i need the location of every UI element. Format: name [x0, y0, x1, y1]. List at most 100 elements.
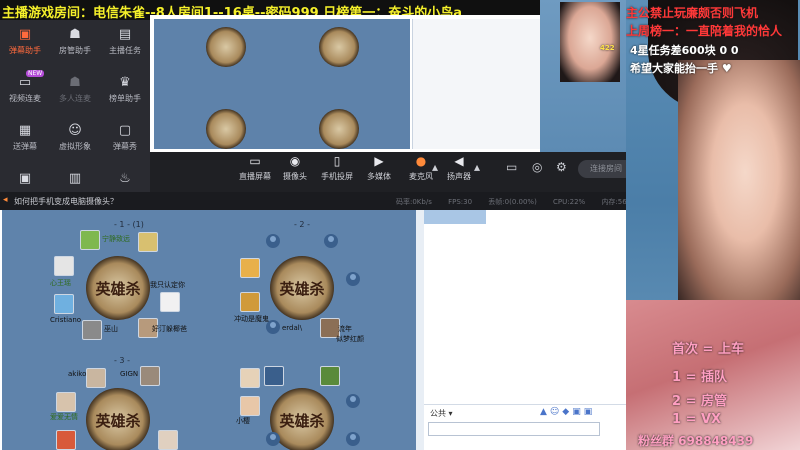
player-name: 心王瑶	[50, 279, 71, 287]
player-avatar[interactable]	[158, 430, 178, 450]
tool-label: 榜单助手	[109, 94, 141, 103]
speaker-icon: ◀	[454, 154, 464, 168]
chat-toolbar-icons[interactable]: ▲☺◆▣▣	[540, 407, 595, 417]
tool-ranking[interactable]: ♛ 榜单助手	[100, 68, 150, 116]
chat-divider	[424, 404, 626, 405]
player-avatar[interactable]	[56, 430, 76, 450]
tool-send-danmu[interactable]: ▦ 送弹幕	[0, 116, 50, 164]
player-avatar[interactable]	[240, 258, 260, 278]
eye-icon[interactable]: ◎	[532, 160, 542, 174]
player-avatar[interactable]	[160, 292, 180, 312]
player-avatar[interactable]	[140, 366, 160, 386]
player-avatar[interactable]	[54, 256, 74, 276]
game-lobby: - 1 - (1) 英雄杀 宁静致远 心王瑶 Cristiano 巫山 我只认定…	[2, 210, 416, 450]
fire-icon: ♨	[119, 171, 131, 186]
fps-stat: FPS:30	[448, 198, 473, 206]
empty-seat[interactable]	[346, 394, 360, 408]
record-icon[interactable]: ▭	[506, 160, 517, 174]
game-table[interactable]: 英雄杀	[270, 256, 334, 320]
player-name: 爱爱无情	[50, 413, 78, 421]
button-label: 多媒体	[367, 172, 391, 181]
table-number: - 2 -	[294, 220, 310, 229]
player-avatar[interactable]	[86, 368, 106, 388]
button-label: 麦克风	[409, 172, 433, 181]
player-avatar[interactable]	[264, 366, 284, 386]
screen-capture-button[interactable]: ▭ 直播屏幕	[234, 154, 276, 182]
empty-seat[interactable]	[324, 234, 338, 248]
player-avatar[interactable]	[54, 294, 74, 314]
empty-seat[interactable]	[346, 272, 360, 286]
tool-label: 房管助手	[59, 46, 91, 55]
stream-stats: 码率:0Kb/s FPS:30 丢帧:0(0.00%) CPU:22% 内存:5…	[396, 197, 647, 207]
button-label: 手机投屏	[321, 172, 353, 181]
new-badge: NEW	[26, 70, 45, 77]
player-avatar[interactable]	[82, 320, 102, 340]
empty-seat[interactable]	[266, 234, 280, 248]
phone-cast-icon: ▯	[333, 154, 341, 168]
empty-seat[interactable]	[266, 432, 280, 446]
chevron-down-icon: ▾	[448, 409, 453, 418]
game-table[interactable]: 英雄杀	[86, 256, 150, 320]
tool-tasks[interactable]: ▤ 主播任务	[100, 20, 150, 68]
tool-video-link[interactable]: NEW ▭ 视频连麦	[0, 68, 50, 116]
task-icon: ▤	[118, 27, 132, 42]
player-avatar[interactable]	[240, 292, 260, 312]
screen-icon: ▭	[249, 154, 261, 168]
camera-button[interactable]: ◉ 摄像头	[274, 154, 316, 182]
chat-channel-select[interactable]: 公共 ▾	[430, 408, 453, 419]
streamer-camera: 主公禁止玩廉颇否则飞机 上周榜一：一直陪着我的恰人 4星任务差600块 0 0 …	[626, 0, 800, 450]
overlay-gift-rule: 1 = 插队	[672, 370, 727, 385]
tool-room-admin[interactable]: ☗ 房管助手	[50, 20, 100, 68]
tool-danmu-show[interactable]: ▢ 弹幕秀	[100, 116, 150, 164]
player-avatar[interactable]	[240, 368, 260, 388]
button-label: 摄像头	[283, 172, 307, 181]
overlay-rule-line: 主公禁止玩廉颇否则飞机	[626, 6, 759, 20]
phone-camera-tip[interactable]: 如何把手机变成电脑摄像头？	[14, 196, 118, 207]
player-name: 巫山	[104, 325, 118, 333]
settings-icon[interactable]: ⚙	[556, 160, 567, 174]
speaker-dropdown-icon[interactable]: ▴	[474, 160, 480, 174]
status-bar: ◂ 如何把手机变成电脑摄像头？ 码率:0Kb/s FPS:30 丢帧:0(0.0…	[0, 192, 633, 210]
gift-icon: ▥	[68, 171, 82, 186]
button-label: 直播屏幕	[239, 172, 271, 181]
mini-count: 422	[600, 44, 615, 52]
table-number: - 1 - (1)	[114, 220, 144, 229]
overlay-fan-group: 粉丝群 698848439	[638, 434, 754, 448]
phone-cast-button[interactable]: ▯ 手机投屏	[316, 154, 358, 182]
capture-toolbar: ▭ 直播屏幕 ◉ 摄像头 ▯ 手机投屏 ▶ 多媒体 ● 麦克风 ▴ ◀ 扬声器 …	[150, 152, 634, 192]
table-number: - 3 -	[114, 356, 130, 365]
overlay-hope-line: 希望大家能抬一手 ♥	[630, 62, 732, 75]
player-avatar[interactable]	[56, 392, 76, 412]
game-capture: - 1 - (1) 英雄杀 宁静致远 心王瑶 Cristiano 巫山 我只认定…	[0, 210, 626, 450]
chat-input[interactable]	[428, 422, 600, 436]
list-icon: ▣	[18, 171, 32, 186]
megaphone-icon: ◂	[3, 195, 8, 205]
empty-seat[interactable]	[266, 320, 280, 334]
tool-danmu-assistant[interactable]: ▣ 弹幕助手	[0, 20, 50, 68]
button-label: 扬声器	[447, 172, 471, 181]
overlay-top-fan-line: 上周榜一：一直陪着我的恰人	[626, 24, 783, 38]
player-avatar[interactable]	[320, 366, 340, 386]
avatar-icon: ☺	[68, 123, 82, 138]
game-table[interactable]: 英雄杀	[86, 388, 150, 450]
streamer-face	[678, 60, 800, 310]
tool-multi-link[interactable]: ☗ 多人连麦	[50, 68, 100, 116]
player-name: 宁静致远	[102, 235, 130, 243]
player-avatar[interactable]	[240, 396, 260, 416]
send-danmu-icon: ▦	[18, 123, 32, 138]
media-button[interactable]: ▶ 多媒体	[358, 154, 400, 182]
danmu-show-icon: ▢	[118, 123, 132, 138]
splitter[interactable]	[416, 210, 424, 450]
tool-virtual-avatar[interactable]: ☺ 虚拟形象	[50, 116, 100, 164]
player-avatar[interactable]	[138, 232, 158, 252]
tool-label: 多人连麦	[59, 94, 91, 103]
empty-seat[interactable]	[346, 432, 360, 446]
tool-label: 虚拟形象	[59, 142, 91, 151]
tool-label: 主播任务	[109, 46, 141, 55]
game-chat-panel: 公共 ▾ ▲☺◆▣▣	[424, 210, 626, 450]
danmu-assistant-icon: ▣	[18, 27, 32, 42]
player-avatar[interactable]	[80, 230, 100, 250]
player-name: erdal\	[282, 324, 303, 332]
room-admin-icon: ☗	[69, 27, 81, 42]
player-name: Cristiano	[50, 316, 82, 324]
